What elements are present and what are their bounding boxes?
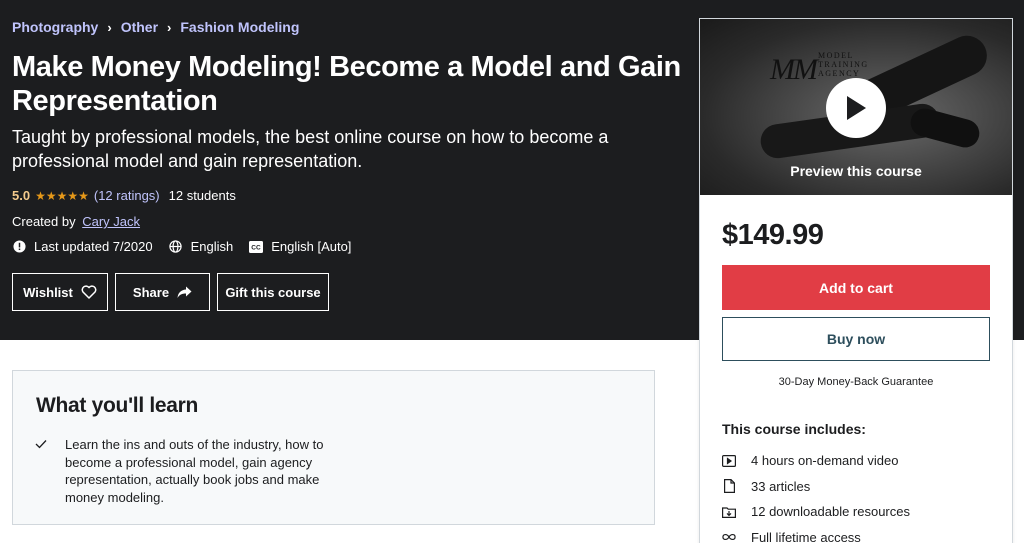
money-back-guarantee: 30-Day Money-Back Guarantee (778, 376, 934, 388)
svg-text:CC: CC (252, 244, 262, 251)
breadcrumb-fashion-modeling[interactable]: Fashion Modeling (180, 19, 299, 35)
share-arrow-icon (177, 286, 192, 299)
captions-text: English [Auto] (271, 239, 352, 254)
list-item: 12 downloadable resources (722, 499, 910, 525)
rating-value: 5.0 (12, 188, 31, 203)
course-title: Make Money Modeling! Become a Model and … (12, 51, 681, 117)
list-item: 4 hours on-demand video (722, 448, 910, 474)
download-icon (722, 505, 736, 519)
star-rating-icon: ★★★★★ (35, 188, 89, 203)
preview-label: Preview this course (790, 163, 922, 179)
play-icon[interactable] (826, 78, 886, 138)
gift-course-button[interactable]: Gift this course (217, 273, 329, 311)
closed-captions-icon: CC (249, 240, 264, 254)
add-to-cart-button[interactable]: Add to cart (722, 265, 990, 310)
what-youll-learn: What you'll learn Learn the ins and outs… (12, 370, 655, 525)
last-updated: Last updated 7/2020 (12, 239, 153, 254)
course-language: English (169, 239, 234, 254)
course-subtitle: Taught by professional models, the best … (12, 127, 609, 171)
share-button[interactable]: Share (115, 273, 210, 311)
breadcrumb-other[interactable]: Other (121, 19, 158, 35)
list-item: 33 articles (722, 474, 910, 500)
course-meta: Last updated 7/2020 English CC English [… (12, 239, 367, 254)
language-text: English (190, 239, 234, 254)
wishlist-label: Wishlist (23, 284, 73, 300)
course-captions: CC English [Auto] (249, 239, 351, 254)
model-agency-logo: MM (770, 53, 818, 86)
breadcrumb-photography[interactable]: Photography (12, 19, 98, 35)
student-count: 12 students (168, 188, 236, 203)
learn-item: Learn the ins and outs of the industry, … (35, 436, 330, 506)
learn-item-text: Learn the ins and outs of the industry, … (65, 437, 324, 505)
article-icon (722, 479, 736, 494)
preview-figure (907, 105, 983, 151)
share-label: Share (132, 284, 170, 300)
infinity-icon (722, 530, 736, 543)
hero-actions: Wishlist Share Gift this course (12, 273, 336, 311)
instructor-link[interactable]: Cary Jack (82, 214, 140, 229)
purchase-sidebar: MM MODEL TRAINING AGENCY Preview this co… (699, 18, 1013, 543)
alert-badge-icon (12, 240, 26, 254)
heart-icon (81, 285, 97, 299)
created-by-label: Created by (12, 214, 76, 229)
breadcrumb: Photography › Other › Fashion Modeling (12, 19, 299, 35)
created-by: Created by Cary Jack (12, 214, 140, 229)
course-price: $149.99 (722, 219, 824, 251)
rating-count-link[interactable]: (12 ratings) (94, 188, 160, 203)
check-icon (35, 437, 49, 506)
learn-title: What you'll learn (36, 394, 199, 417)
wishlist-button[interactable]: Wishlist (12, 273, 108, 311)
breadcrumb-separator: › (107, 19, 112, 35)
includes-title: This course includes: (722, 421, 866, 437)
includes-list: 4 hours on-demand video 33 articles 12 d… (722, 448, 910, 543)
rating-row: 5.0 ★★★★★ (12 ratings) 12 students (12, 188, 236, 203)
breadcrumb-separator: › (167, 19, 172, 35)
list-item: Full lifetime access (722, 525, 910, 543)
last-updated-text: Last updated 7/2020 (34, 239, 153, 254)
globe-icon (169, 240, 183, 254)
course-preview[interactable]: MM MODEL TRAINING AGENCY Preview this co… (700, 19, 1012, 195)
video-icon (722, 454, 736, 468)
gift-label: Gift this course (225, 284, 321, 300)
model-agency-logo-text: MODEL TRAINING AGENCY (818, 51, 869, 78)
buy-now-button[interactable]: Buy now (722, 317, 990, 361)
